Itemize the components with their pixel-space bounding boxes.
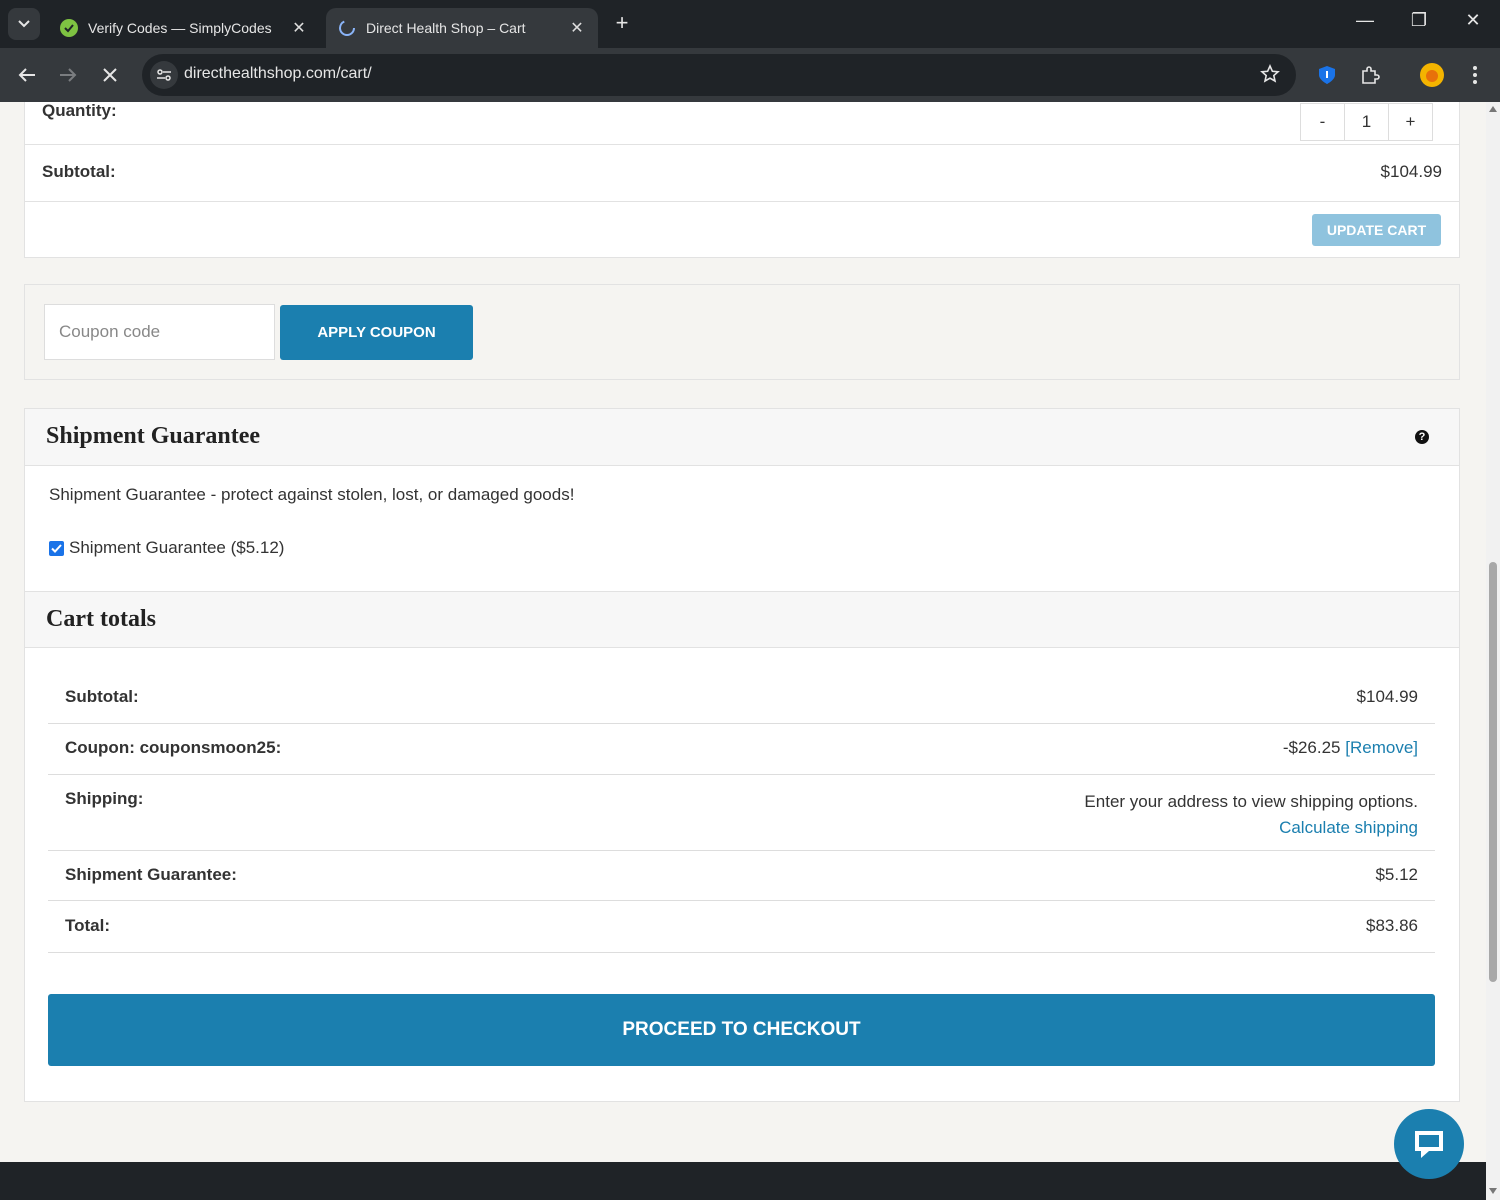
shipment-guarantee-header: Shipment Guarantee ? [25, 409, 1459, 466]
cart-table: Quantity: - 1 + Subtotal: $104.99 UPDATE… [24, 102, 1460, 258]
cart-totals-header: Cart totals [25, 591, 1459, 648]
proceed-to-checkout-button[interactable]: PROCEED TO CHECKOUT [48, 994, 1435, 1066]
update-cart-button[interactable]: UPDATE CART [1312, 214, 1441, 246]
totals-coupon-label: Coupon: couponsmoon25: [65, 738, 282, 757]
totals-shipping-label: Shipping: [65, 789, 144, 808]
scrollbar-thumb[interactable] [1489, 562, 1497, 982]
forward-arrow-icon[interactable] [55, 62, 81, 88]
checkmark-icon [51, 543, 62, 553]
totals-coupon-value-group: -$26.25 [Remove] [1283, 738, 1418, 758]
totals-subtotal-label: Subtotal: [65, 687, 139, 706]
stop-loading-icon[interactable] [97, 62, 123, 88]
chat-bubble-icon [1415, 1131, 1443, 1158]
tab-search-button[interactable] [8, 8, 40, 40]
totals-subtotal-value: $104.99 [1356, 687, 1418, 706]
restore-icon[interactable]: ❐ [1404, 10, 1434, 38]
page-scrollbar[interactable] [1486, 102, 1500, 1200]
browser-tab-bar: Verify Codes — SimplyCodes ✕ Direct Heal… [0, 0, 1500, 48]
totals-shipping-row: Shipping: Enter your address to view shi… [48, 775, 1435, 851]
chevron-down-icon [18, 20, 30, 28]
scroll-up-arrow-icon[interactable] [1489, 106, 1497, 112]
totals-shipment-guarantee-value: $5.12 [1375, 865, 1418, 884]
tab-direct-health-shop[interactable]: Direct Health Shop – Cart ✕ [326, 8, 598, 48]
site-footer [0, 1162, 1486, 1200]
profile-avatar-icon[interactable] [1419, 62, 1445, 88]
close-window-icon[interactable]: ✕ [1458, 10, 1488, 38]
shipment-guarantee-heading: Shipment Guarantee [46, 423, 261, 449]
bookmark-star-icon[interactable] [1260, 64, 1280, 89]
extensions-puzzle-icon[interactable] [1357, 62, 1383, 88]
subtotal-value: $104.99 [1380, 162, 1442, 181]
totals-shipping-value-group: Enter your address to view shipping opti… [1084, 789, 1418, 841]
back-arrow-icon[interactable] [14, 62, 40, 88]
page-viewport: Quantity: - 1 + Subtotal: $104.99 UPDATE… [0, 102, 1486, 1200]
totals-shipment-guarantee-label: Shipment Guarantee: [65, 865, 237, 884]
subtotal-row: Subtotal: $104.99 [25, 145, 1459, 202]
totals-subtotal-row: Subtotal: $104.99 [48, 649, 1435, 724]
totals-coupon-row: Coupon: couponsmoon25: -$26.25 [Remove] [48, 724, 1435, 775]
shipment-guarantee-description: Shipment Guarantee - protect against sto… [49, 485, 575, 504]
loading-spinner-icon [338, 19, 356, 37]
cart-totals-table: Subtotal: $104.99 Coupon: couponsmoon25:… [48, 649, 1435, 953]
quantity-input[interactable]: 1 [1345, 104, 1389, 140]
totals-total-label: Total: [65, 916, 111, 935]
shipping-message: Enter your address to view shipping opti… [1084, 792, 1418, 811]
site-settings-icon[interactable] [150, 61, 178, 89]
subtotal-label: Subtotal: [42, 162, 116, 181]
tab-close-icon[interactable]: ✕ [568, 18, 586, 38]
totals-total-value: $83.86 [1366, 916, 1418, 935]
tab-close-icon[interactable]: ✕ [290, 18, 308, 38]
new-tab-plus-icon[interactable]: + [610, 12, 634, 36]
tab-title: Verify Codes — SimplyCodes [88, 20, 272, 36]
tab-verify-codes[interactable]: Verify Codes — SimplyCodes ✕ [48, 8, 320, 48]
quantity-label: Quantity: [42, 102, 117, 120]
shipment-guarantee-checkbox-label: Shipment Guarantee ($5.12) [69, 538, 285, 557]
update-row: UPDATE CART [25, 202, 1459, 258]
browser-toolbar: directhealthshop.com/cart/ [0, 48, 1500, 102]
quantity-plus-button[interactable]: + [1389, 104, 1432, 140]
simplycodes-favicon-icon [60, 19, 78, 37]
totals-total-row: Total: $83.86 [48, 901, 1435, 953]
address-bar[interactable]: directhealthshop.com/cart/ [142, 54, 1296, 96]
calculate-shipping-link[interactable]: Calculate shipping [1084, 815, 1418, 841]
shipment-and-totals-section: Shipment Guarantee ? Shipment Guarantee … [24, 408, 1460, 1102]
shipment-guarantee-checkbox[interactable] [49, 540, 64, 556]
quantity-minus-button[interactable]: - [1301, 104, 1345, 140]
url-text: directhealthshop.com/cart/ [184, 65, 372, 82]
remove-coupon-link[interactable]: [Remove] [1345, 738, 1418, 757]
bitwarden-shield-icon[interactable] [1314, 62, 1340, 88]
quantity-row: Quantity: - 1 + [25, 102, 1459, 145]
coupon-section: Coupon code APPLY COUPON [24, 284, 1460, 380]
help-question-icon[interactable]: ? [1415, 430, 1429, 444]
tab-title: Direct Health Shop – Cart [366, 20, 526, 36]
browser-menu-icon[interactable] [1462, 62, 1488, 88]
coupon-code-input[interactable]: Coupon code [44, 304, 275, 360]
shipment-guarantee-option[interactable]: Shipment Guarantee ($5.12) [49, 538, 284, 558]
apply-coupon-button[interactable]: APPLY COUPON [280, 305, 473, 360]
totals-shipment-guarantee-row: Shipment Guarantee: $5.12 [48, 851, 1435, 901]
quantity-stepper: - 1 + [1300, 103, 1433, 141]
chat-bubble-button[interactable] [1394, 1109, 1464, 1179]
scroll-down-arrow-icon[interactable] [1489, 1188, 1497, 1194]
totals-coupon-value: -$26.25 [1282, 738, 1341, 757]
minimize-icon[interactable]: — [1350, 10, 1380, 38]
cart-totals-heading: Cart totals [46, 606, 156, 632]
